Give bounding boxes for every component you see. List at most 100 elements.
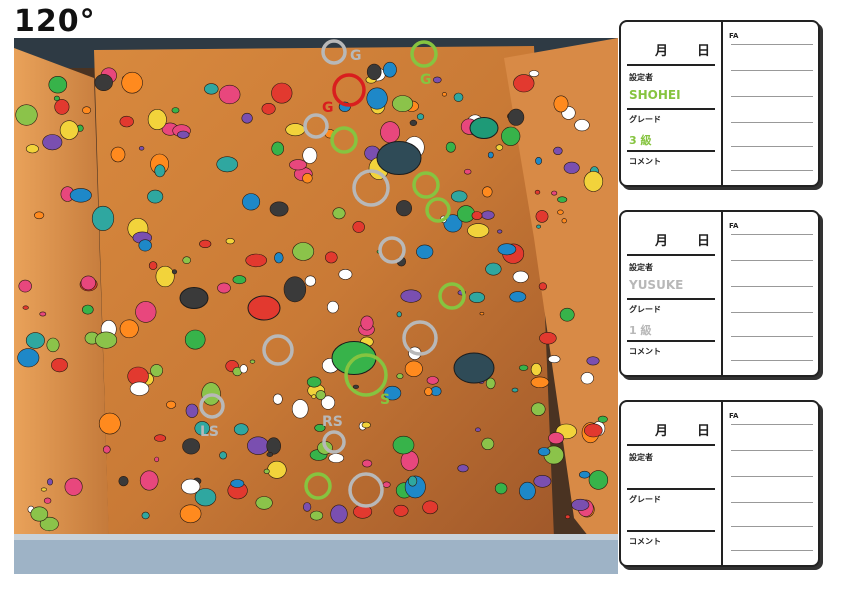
climbing-hold [395,200,412,217]
climbing-hold [519,481,536,501]
climbing-hold [586,356,600,366]
climbing-hold [588,470,609,490]
climbing-hold [559,307,575,322]
climbing-hold [426,376,439,385]
climbing-hold [400,289,422,303]
divider [627,150,715,152]
climbing-hold [263,468,270,475]
climbing-hold [441,92,447,97]
climbing-hold [69,188,92,203]
divider [627,254,715,256]
climbing-hold [129,381,150,396]
climbing-hold [171,269,178,275]
climbing-hold [508,108,525,126]
climbing-hold [91,205,115,231]
climbing-hold [580,372,594,385]
climbing-hold [453,92,464,102]
route-card-3: 月 日 設定者 グレード コメント FA [619,400,820,567]
climbing-hold [95,331,118,349]
route-marker-label: RS [322,414,343,430]
climbing-hold [563,161,580,174]
climbing-hold [98,412,121,435]
climbing-hold [64,477,83,496]
route-marker-label: G [420,72,432,88]
fa-label: FA [729,412,739,420]
fa-line [731,312,813,313]
climbing-hold [310,510,324,521]
climbing-hold [551,190,558,196]
climbing-hold [501,126,521,146]
fa-line [731,424,813,425]
grade-label: グレード [629,305,661,314]
climbing-hold [509,291,527,303]
climbing-hold [119,115,134,128]
climbing-hold [15,104,38,126]
climbing-hold [536,224,541,229]
climbing-hold [148,261,158,270]
fa-line [731,450,813,451]
climbing-hold [141,511,150,520]
climbing-hold [43,497,52,504]
climbing-hold [94,73,113,91]
climbing-hold [416,113,425,120]
climbing-hold [110,146,126,163]
fa-line [731,526,813,527]
climbing-hold [531,402,546,416]
climbing-hold [332,207,346,220]
fa-label: FA [729,222,739,230]
climbing-hold [147,189,164,204]
climbing-hold [292,242,315,261]
comment-label: コメント [629,157,661,166]
climbing-hold [548,432,564,445]
climbing-hold [269,201,289,217]
climbing-hold [422,500,439,515]
climbing-hold [184,329,206,350]
climbing-hold [557,209,564,215]
climbing-hold [432,76,442,84]
climbing-hold [271,82,293,104]
climbing-hold [574,119,590,132]
climbing-hold [245,253,267,268]
climbing-hold [182,438,201,455]
climbing-hold [103,445,111,454]
climbing-hold [171,107,180,114]
climbing-hold [408,475,418,487]
fa-line [731,476,813,477]
climbing-hold [51,358,68,373]
climbing-hold [528,70,540,77]
climbing-hold [40,487,47,492]
climbing-volume [376,141,422,175]
climbing-hold [382,61,397,78]
climbing-hold [217,282,231,294]
divider [627,340,715,342]
climbing-hold [457,464,469,473]
climbing-hold [424,387,433,396]
climbing-hold [82,304,94,315]
fa-line [731,336,813,337]
climbing-hold [360,315,374,331]
month-label: 月 [655,44,669,59]
climbing-hold [232,275,247,285]
climbing-hold [338,268,353,280]
climbing-hold [475,427,481,432]
climbing-hold [216,156,238,173]
climbing-hold [138,239,152,252]
climbing-hold [18,279,32,293]
divider [627,64,715,66]
climbing-hold [324,251,338,264]
climbing-hold [311,394,317,399]
route-marker-label: G [322,100,334,116]
climbing-hold [247,436,270,455]
climbing-hold [225,238,235,245]
climbing-hold [583,423,603,438]
climbing-hold [512,270,529,283]
fa-line [731,550,813,551]
climbing-hold [409,119,418,126]
climbing-volume [453,352,495,384]
climbing-hold [352,221,365,233]
route-marker-label: S [380,392,390,408]
fa-line [731,70,813,71]
climbing-hold [147,109,167,131]
climbing-hold [166,400,177,409]
fa-line [731,146,813,147]
